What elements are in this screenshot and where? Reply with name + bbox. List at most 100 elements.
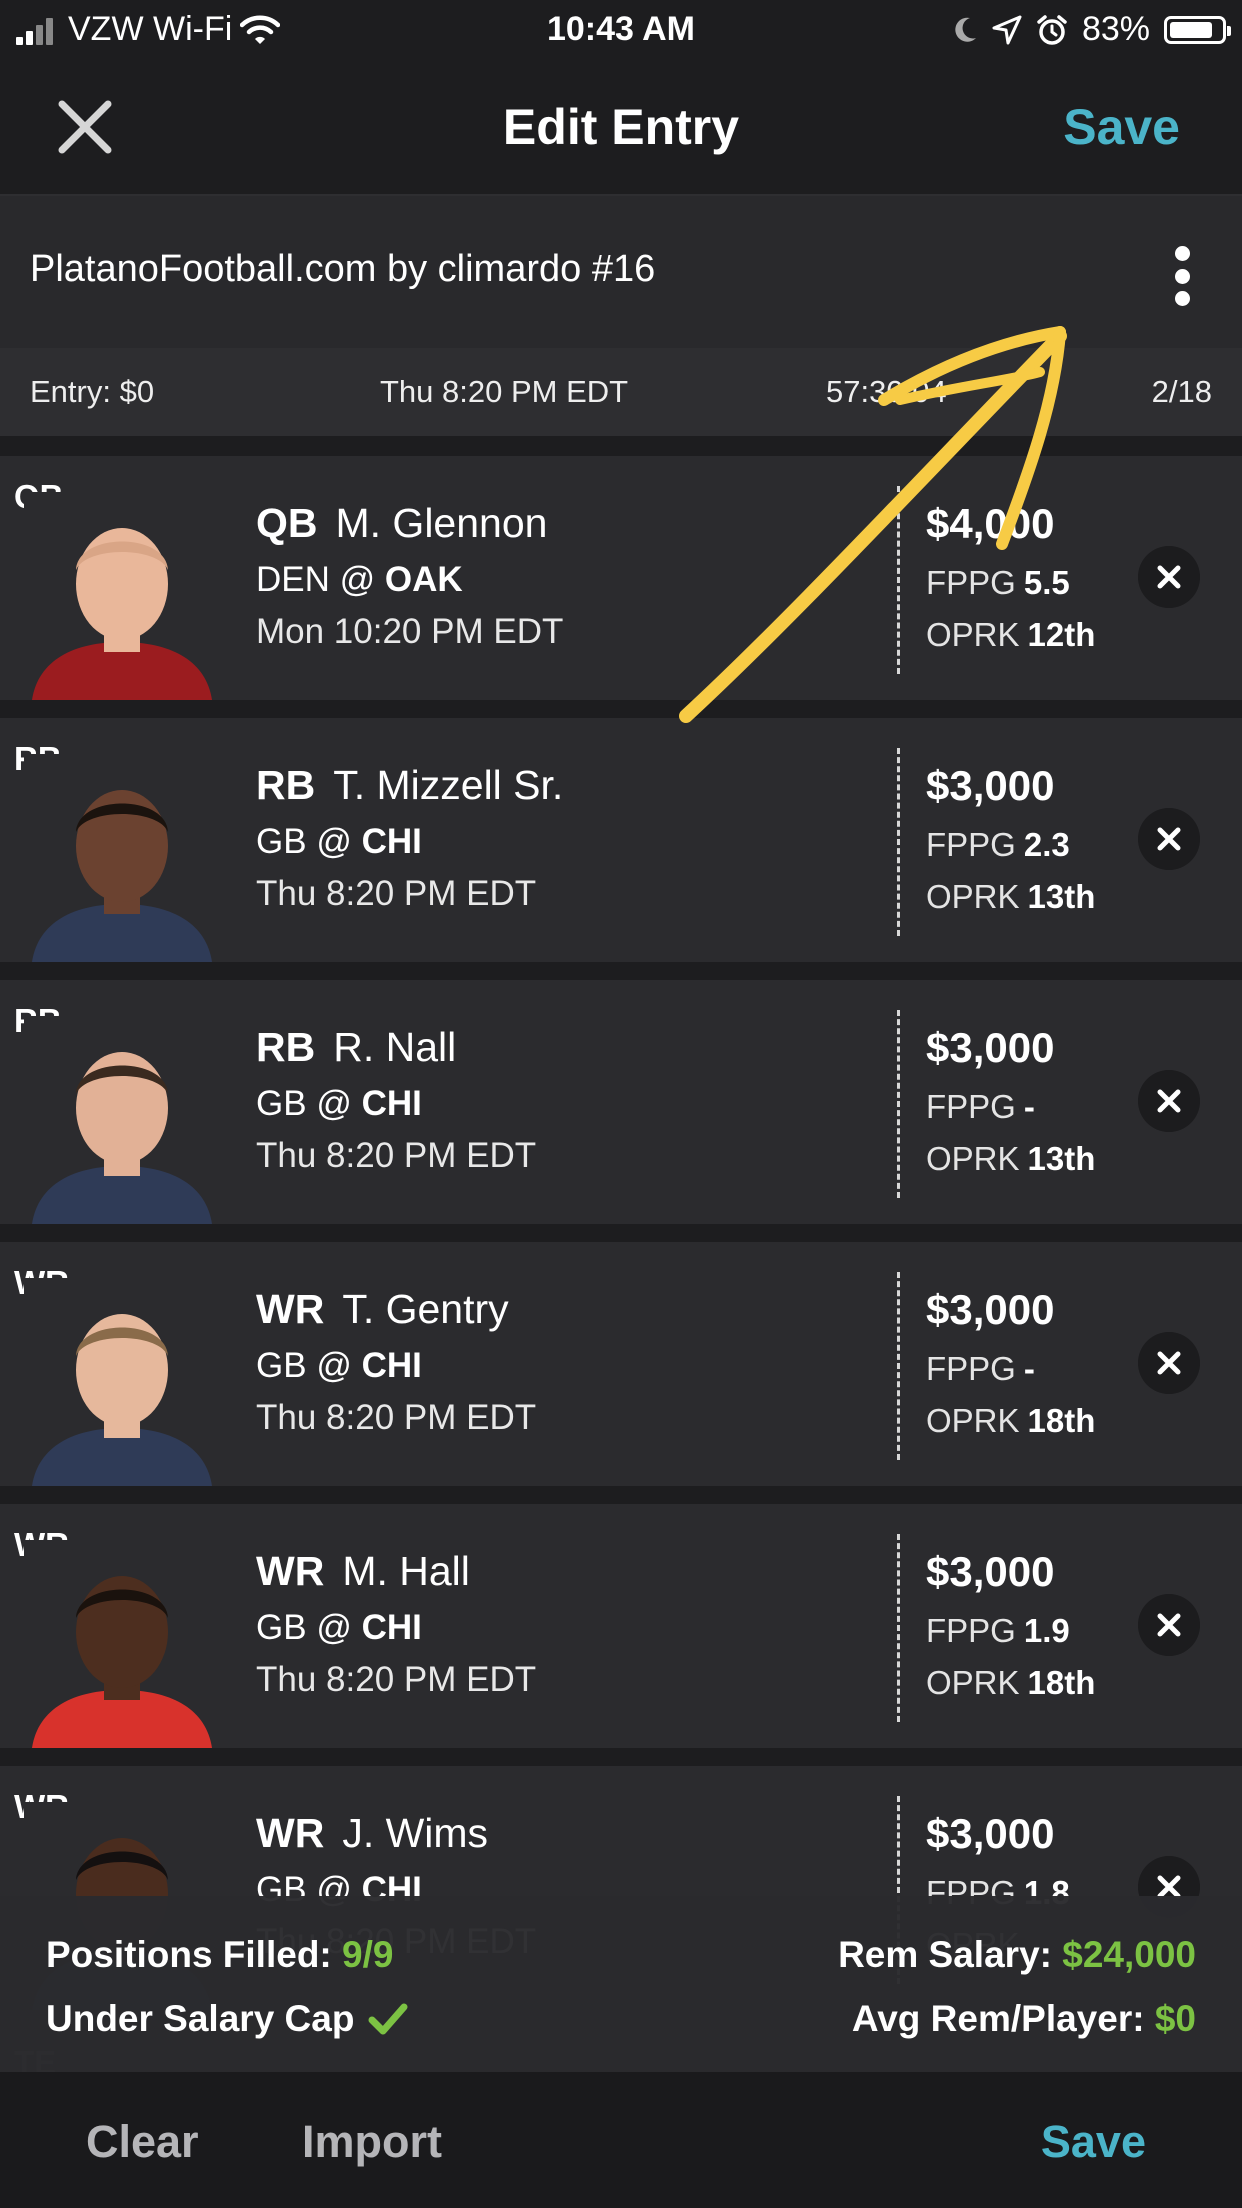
fppg-label: FPPG	[926, 826, 1016, 863]
remove-player-icon[interactable]	[1138, 808, 1200, 870]
oprk-label: OPRK	[926, 878, 1020, 915]
remaining-salary: Rem Salary: $24,000	[838, 1934, 1196, 1976]
oprk-label: OPRK	[926, 1402, 1020, 1439]
player-name[interactable]: J. Wims	[342, 1810, 488, 1856]
game-time: Thu 8:20 PM EDT	[256, 1398, 537, 1437]
player-salary: $3,000	[926, 1810, 1055, 1857]
remove-player-icon[interactable]	[1138, 1332, 1200, 1394]
more-vertical-icon[interactable]	[1172, 246, 1192, 306]
at-symbol: @	[316, 1084, 352, 1123]
status-bar: VZW Wi-Fi 10:43 AM 83%	[0, 0, 1242, 62]
moon-icon	[955, 17, 976, 42]
contest-name: PlatanoFootball.com by climardo #16	[30, 248, 656, 290]
fppg-label: FPPG	[926, 1350, 1016, 1387]
positions-filled-label: Positions Filled:	[46, 1934, 332, 1975]
opponent: CHI	[361, 1608, 422, 1647]
salary-cap-status: Under Salary Cap	[46, 1998, 408, 2040]
fppg-value: 2.3	[1023, 826, 1070, 863]
opponent: OAK	[384, 560, 463, 599]
row-divider	[897, 1534, 900, 1722]
positions-filled-value: 9/9	[342, 1934, 394, 1975]
player-row[interactable]: WRWR M. Hall GB @ CHI Thu 8:20 PM EDT $3,000…	[0, 1504, 1242, 1748]
game-time: Mon 10:20 PM EDT	[256, 612, 564, 651]
at-symbol: @	[316, 822, 352, 861]
player-position: WR	[256, 1286, 325, 1332]
remaining-salary-label: Rem Salary:	[838, 1934, 1052, 1975]
player-row[interactable]: RBRB R. Nall GB @ CHI Thu 8:20 PM EDT $3,000…	[0, 980, 1242, 1224]
player-name-line: WR T. Gentry	[256, 1286, 509, 1333]
save-button[interactable]: Save	[1063, 98, 1180, 156]
row-divider	[897, 748, 900, 936]
avg-remaining-label: Avg Rem/Player:	[851, 1998, 1145, 2039]
bottom-save-button[interactable]: Save	[1041, 2116, 1146, 2168]
oprk-value: 18th	[1027, 1664, 1096, 1701]
bottom-toolbar: Clear Import Save	[0, 2072, 1242, 2208]
oprk-stat: OPRK 13th	[926, 1140, 1095, 1178]
player-name[interactable]: M. Glennon	[336, 500, 548, 546]
oprk-stat: OPRK 18th	[926, 1402, 1095, 1440]
opponent: CHI	[361, 822, 422, 861]
player-name-line: RB R. Nall	[256, 1024, 456, 1071]
team: GB	[256, 1084, 307, 1123]
avg-remaining-per-player: Avg Rem/Player: $0	[852, 1998, 1196, 2040]
remove-player-icon[interactable]	[1138, 546, 1200, 608]
import-button[interactable]: Import	[302, 2116, 442, 2168]
page-title: Edit Entry	[502, 99, 740, 155]
oprk-stat: OPRK 13th	[926, 878, 1095, 916]
player-name-line: QB M. Glennon	[256, 500, 547, 547]
fppg-value: -	[1023, 1088, 1035, 1125]
player-position: RB	[256, 762, 316, 808]
player-headshot	[24, 1540, 220, 1748]
fppg-stat: FPPG -	[926, 1088, 1035, 1126]
lineup-summary: Positions Filled: 9/9 Under Salary Cap R…	[0, 1896, 1242, 2072]
player-salary: $3,000	[926, 762, 1055, 809]
player-salary: $3,000	[926, 1548, 1055, 1595]
row-divider	[897, 486, 900, 674]
game-time: Thu 8:20 PM EDT	[256, 1136, 537, 1175]
game-time: Thu 8:20 PM EDT	[256, 1660, 537, 1699]
clear-button[interactable]: Clear	[86, 2116, 199, 2168]
positions-filled: Positions Filled: 9/9	[46, 1934, 393, 1976]
player-row[interactable]: RBRB T. Mizzell Sr. GB @ CHI Thu 8:20 PM ED…	[0, 718, 1242, 962]
player-salary: $3,000	[926, 1286, 1055, 1333]
oprk-value: 13th	[1027, 1140, 1096, 1177]
location-arrow-icon	[992, 15, 1022, 44]
player-position: QB	[256, 500, 318, 546]
fppg-value: -	[1023, 1350, 1035, 1387]
salary-cap-label: Under Salary Cap	[46, 1998, 355, 2039]
player-name[interactable]: R. Nall	[333, 1024, 456, 1070]
nav-bar: Edit Entry Save	[0, 62, 1242, 192]
avg-remaining-value: $0	[1154, 1998, 1196, 2039]
player-salary: $3,000	[926, 1024, 1055, 1071]
status-right: 83%	[952, 10, 1231, 49]
matchup: GB @ CHI	[256, 1346, 422, 1386]
remove-player-icon[interactable]	[1138, 1594, 1200, 1656]
oprk-label: OPRK	[926, 1664, 1020, 1701]
player-headshot	[24, 754, 220, 962]
fppg-value: 5.5	[1023, 564, 1070, 601]
row-divider	[897, 1272, 900, 1460]
player-position: RB	[256, 1024, 316, 1070]
team: GB	[256, 1608, 307, 1647]
at-symbol: @	[339, 560, 376, 599]
player-name[interactable]: T. Mizzell Sr.	[333, 762, 563, 808]
player-headshot	[24, 1016, 220, 1224]
fppg-stat: FPPG 1.9	[926, 1612, 1070, 1650]
player-name-line: RB T. Mizzell Sr.	[256, 762, 563, 809]
remove-player-icon[interactable]	[1138, 1070, 1200, 1132]
player-name[interactable]: T. Gentry	[342, 1286, 508, 1332]
player-row[interactable]: QBQB M. Glennon DEN @ OAK Mon 10:20 PM EDT $…	[0, 456, 1242, 700]
contest-start-time: Thu 8:20 PM EDT	[380, 374, 629, 409]
team: DEN	[256, 560, 330, 599]
oprk-value: 12th	[1027, 616, 1096, 653]
player-row[interactable]: WRWR T. Gentry GB @ CHI Thu 8:20 PM EDT $3,0…	[0, 1242, 1242, 1486]
opponent: CHI	[361, 1084, 422, 1123]
player-name-line: WR J. Wims	[256, 1810, 488, 1857]
player-name[interactable]: M. Hall	[342, 1548, 470, 1594]
entries-count: 2/18	[1151, 374, 1212, 409]
battery-level	[1170, 21, 1212, 38]
matchup: DEN @ OAK	[256, 560, 463, 600]
oprk-label: OPRK	[926, 1140, 1020, 1177]
oprk-label: OPRK	[926, 616, 1020, 653]
battery-percent: 83%	[1081, 10, 1150, 48]
